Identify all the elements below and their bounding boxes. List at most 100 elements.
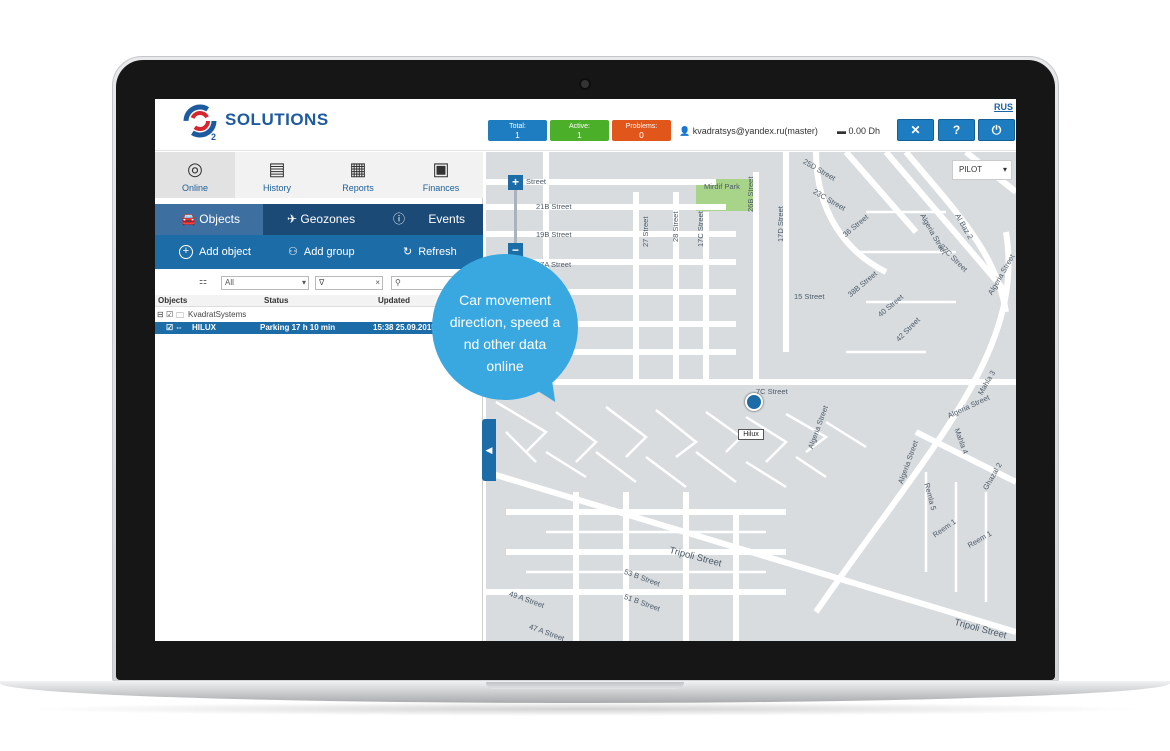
tab-history[interactable]: ▤ History bbox=[237, 152, 317, 198]
plus-icon: + bbox=[179, 245, 193, 260]
tab-label: History bbox=[262, 183, 291, 193]
car-label[interactable]: Hilux bbox=[738, 429, 764, 440]
add-object-button[interactable]: + Add object bbox=[179, 235, 251, 269]
logo-subscript: 2 bbox=[211, 132, 217, 142]
counter-label: Total: bbox=[509, 123, 526, 130]
logout-button[interactable]: ⏻ bbox=[978, 119, 1015, 141]
tab-finances[interactable]: ▣ Finances bbox=[401, 152, 481, 198]
add-group-button[interactable]: ⚇ Add group bbox=[288, 235, 355, 269]
language-link[interactable]: RUS bbox=[994, 102, 1013, 112]
funnel-icon: ∇ bbox=[319, 278, 325, 287]
object-status: Parking 17 h 10 min bbox=[260, 323, 336, 332]
collapse-panel-button[interactable]: ◀ bbox=[482, 419, 496, 481]
map-layer-select[interactable]: PILOT ▾ bbox=[952, 160, 1012, 180]
app-screen: SOLUTIONS 2 RUS Total: 1 Active: 1 Probl… bbox=[155, 99, 1016, 641]
user-email: kvadratsys@yandex.ru(master) bbox=[692, 126, 818, 136]
map-street-label: 19B Street bbox=[536, 230, 572, 239]
tab-label: Events bbox=[428, 212, 466, 226]
satellite-icon: ✈ bbox=[287, 212, 301, 226]
webcam bbox=[579, 78, 591, 90]
map-street-label: Street bbox=[526, 177, 547, 186]
wallet-icon: ▣ bbox=[432, 159, 450, 179]
car-icon: 🚘 bbox=[181, 212, 200, 226]
alert-icon: ⓘ bbox=[393, 212, 409, 226]
refresh-icon: ↻ bbox=[403, 246, 413, 258]
report-icon: ▦ bbox=[349, 159, 367, 179]
main-nav: ◎ Online ▤ History ▦ Reports ▣ Finances bbox=[155, 152, 483, 198]
laptop-shadow bbox=[20, 702, 1150, 716]
object-name: HILUX bbox=[192, 323, 216, 332]
expand-icon[interactable]: ⊟ bbox=[157, 310, 164, 319]
counter-value: 0 bbox=[639, 130, 644, 140]
tab-label: Objects bbox=[199, 212, 240, 226]
filter-select[interactable]: All ▾ bbox=[221, 276, 309, 290]
button-label: Add object bbox=[199, 246, 251, 258]
tab-objects[interactable]: 🚘 Objects bbox=[155, 204, 263, 235]
clear-icon: × bbox=[375, 278, 380, 287]
counter-value: 1 bbox=[515, 130, 520, 140]
map-street-label: 7C Street bbox=[756, 387, 788, 396]
tab-events[interactable]: ⓘ Events bbox=[373, 204, 483, 235]
counter-value: 1 bbox=[577, 130, 582, 140]
car-icon: ⇔ bbox=[175, 323, 183, 332]
object-updated: 15:38 25.09.2015 bbox=[373, 323, 436, 332]
map-street-label: 28 Street bbox=[671, 211, 680, 242]
laptop-notch bbox=[486, 682, 684, 689]
car-marker-icon[interactable] bbox=[745, 393, 763, 411]
column-header[interactable]: Updated bbox=[378, 296, 410, 305]
checkbox-icon[interactable]: ☑ bbox=[166, 323, 173, 332]
balance: ▬ 0.00 Dh bbox=[837, 126, 880, 136]
tab-label: Reports bbox=[342, 183, 374, 193]
document-icon: ▤ bbox=[268, 159, 286, 179]
chevron-down-icon: ▾ bbox=[301, 278, 306, 287]
search-icon: ⚲ bbox=[395, 278, 401, 287]
tab-online[interactable]: ◎ Online bbox=[155, 152, 235, 198]
power-icon: ⏻ bbox=[991, 123, 1002, 137]
counter-total[interactable]: Total: 1 bbox=[488, 120, 547, 141]
group-icon: ⚇ bbox=[288, 246, 298, 258]
counter-problems[interactable]: Problems: 0 bbox=[612, 120, 671, 141]
map-street-label: 17D Street bbox=[776, 206, 785, 242]
checkbox-icon[interactable]: ☑ bbox=[166, 310, 173, 319]
tab-label: Online bbox=[181, 183, 208, 193]
map-street-label: 21B Street bbox=[536, 202, 572, 211]
chevron-down-icon: ▾ bbox=[1002, 165, 1007, 174]
column-header[interactable]: Objects bbox=[158, 296, 187, 305]
tree-icon: ⚏ bbox=[199, 276, 208, 286]
actions-bar: + Add object ⚇ Add group ↻ Refresh bbox=[155, 235, 483, 269]
counter-active[interactable]: Active: 1 bbox=[550, 120, 609, 141]
map-street-label: 15 Street bbox=[794, 292, 825, 301]
group-name: KvadratSystems bbox=[188, 310, 247, 319]
zoom-in-button[interactable]: + bbox=[508, 175, 523, 190]
tab-label: Finances bbox=[422, 183, 460, 193]
callout-line: Car movement bbox=[459, 292, 551, 308]
chevron-left-icon: ◀ bbox=[485, 445, 493, 455]
map-street-label: 26B Street bbox=[746, 176, 755, 212]
left-panel: ◎ Online ▤ History ▦ Reports ▣ Finances 🚘 Ob… bbox=[155, 152, 483, 641]
tab-reports[interactable]: ▦ Reports bbox=[318, 152, 398, 198]
column-header[interactable]: Status bbox=[264, 296, 288, 305]
app-header: SOLUTIONS 2 RUS Total: 1 Active: 1 Probl… bbox=[155, 99, 1016, 151]
callout-line: online bbox=[486, 358, 524, 374]
user-icon: 👤 bbox=[679, 126, 693, 136]
refresh-button[interactable]: ↻ Refresh bbox=[403, 235, 457, 269]
tab-label: Geozones bbox=[300, 212, 356, 226]
user-account[interactable]: 👤 kvadratsys@yandex.ru(master) bbox=[679, 126, 818, 137]
help-icon: ? bbox=[952, 123, 961, 137]
wallet-icon: ▬ bbox=[837, 126, 849, 136]
tools-icon: ✕ bbox=[910, 123, 921, 137]
help-button[interactable]: ? bbox=[938, 119, 975, 141]
button-label: Refresh bbox=[418, 246, 457, 258]
funnel-filter-input[interactable]: ∇ × bbox=[315, 276, 383, 290]
map-street-label: 17C Street bbox=[696, 211, 705, 247]
callout-line: direction, speed a bbox=[449, 314, 561, 330]
callout-bubble: Car movement direction, speed a nd other… bbox=[432, 254, 578, 400]
logo-text: SOLUTIONS bbox=[225, 110, 329, 129]
settings-button[interactable]: ✕ bbox=[897, 119, 934, 141]
select-value: PILOT bbox=[959, 165, 983, 174]
select-value: All bbox=[225, 278, 234, 287]
tab-geozones[interactable]: ✈ Geozones bbox=[263, 204, 373, 235]
map-street-label: 27 Street bbox=[641, 216, 650, 247]
target-icon: ◎ bbox=[187, 159, 203, 179]
map-street-label: Mirdif Park bbox=[704, 182, 740, 191]
